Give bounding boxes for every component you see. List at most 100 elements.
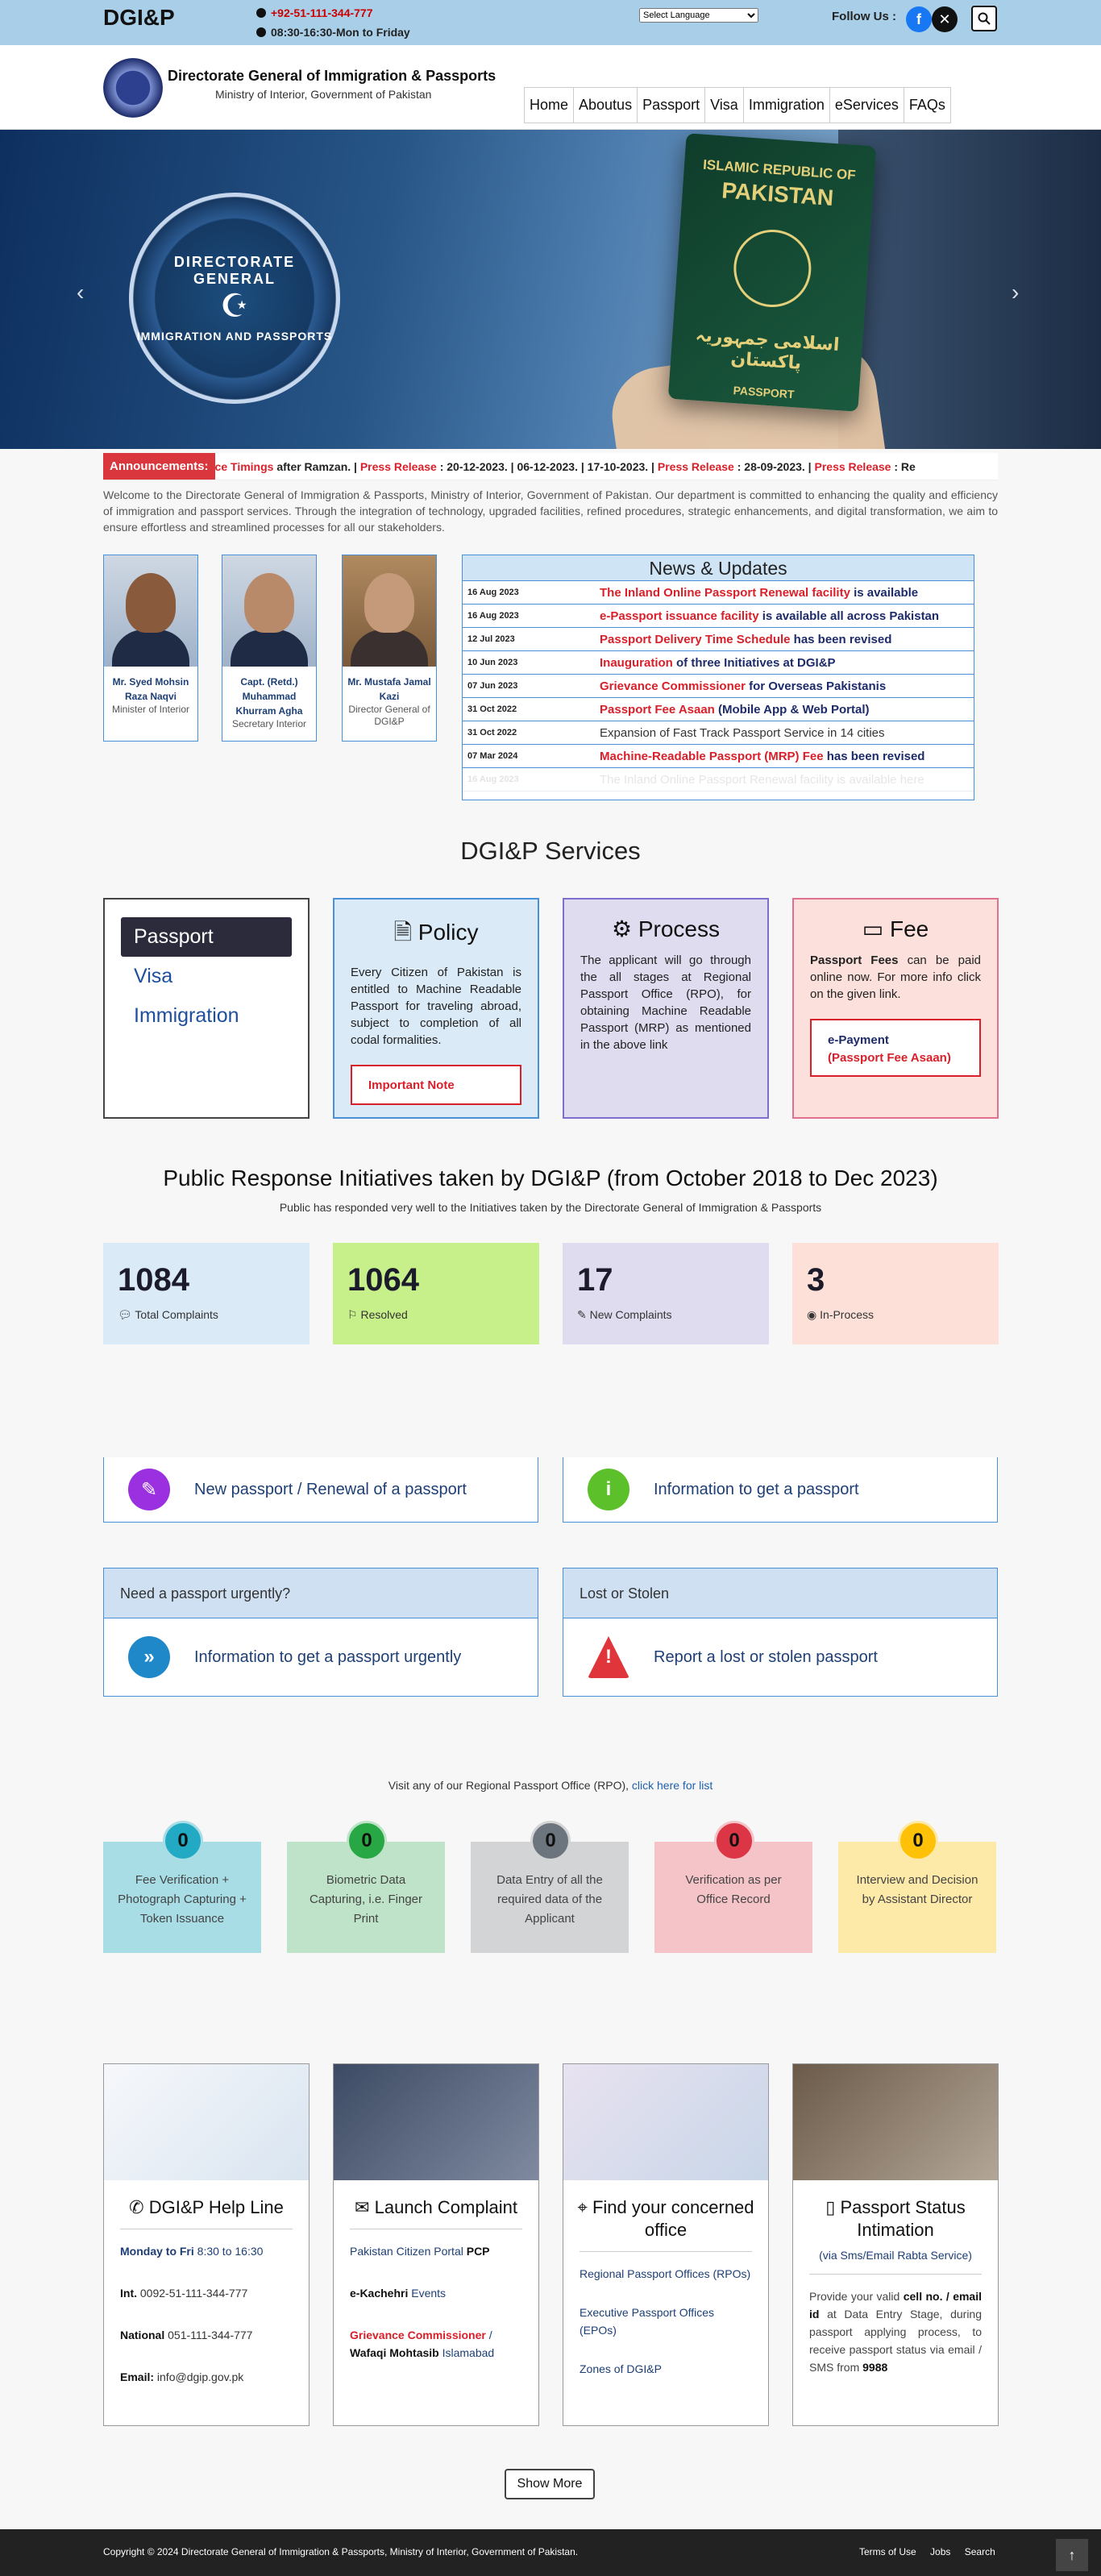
fee-card: ▭ Fee Passport Fees can be paid online n… xyxy=(792,898,999,1119)
grievance-link[interactable]: Grievance Commissioner / Wafaqi Mohtasib… xyxy=(350,2329,494,2359)
tab-passport[interactable]: Passport xyxy=(121,917,292,957)
zones-link[interactable]: Zones of DGI&P xyxy=(580,2362,662,2375)
search-link[interactable]: Search xyxy=(965,2546,995,2557)
news-row[interactable]: 31 Oct 2022 Passport Fee Asaan (Mobile Ap… xyxy=(463,698,974,721)
carousel-next-icon[interactable]: › xyxy=(1012,280,1019,305)
ticker-segment: Press Release xyxy=(359,460,437,473)
map-image xyxy=(563,2064,768,2180)
language-select[interactable]: Select Language xyxy=(639,8,758,23)
faq-card-get-passport: i Information to get a passport xyxy=(563,1457,998,1523)
search-icon xyxy=(978,12,991,25)
services-tabs: Passport Visa Immigration xyxy=(103,898,310,1119)
email-link[interactable]: info@dgip.gov.pk xyxy=(157,2370,243,2383)
lost-passport-link[interactable]: Report a lost or stolen passport xyxy=(654,1648,878,1667)
official-card: Mr. Mustafa Jamal Kazi Director General … xyxy=(342,555,437,742)
pcp-link[interactable]: Pakistan Citizen Portal PCP xyxy=(350,2245,490,2258)
status-card: ▯ Passport Status Intimation (via Sms/Em… xyxy=(792,2063,999,2426)
news-date: 16 Aug 2023 xyxy=(467,588,519,597)
news-date: 31 Oct 2022 xyxy=(467,728,517,737)
credit-card-icon: ▭ xyxy=(862,916,884,941)
news-title: Passport Delivery Time Schedule has been… xyxy=(600,632,892,646)
official-card: Mr. Syed Mohsin Raza Naqvi Minister of I… xyxy=(103,555,198,742)
facebook-icon[interactable]: f xyxy=(906,6,932,32)
news-date: 07 Jun 2023 xyxy=(467,681,518,691)
stat-in-process: 3 ◉ In-Process xyxy=(792,1243,999,1344)
official-card: Capt. (Retd.) Muhammad Khurram Agha Secr… xyxy=(222,555,317,742)
phone-laptop-image xyxy=(793,2064,998,2180)
dgip-logo[interactable] xyxy=(103,58,163,118)
e-payment-link[interactable]: e-Payment (Passport Fee Asaan) xyxy=(810,1019,981,1077)
faq-card-urgent: Need a passport urgently? » Information t… xyxy=(103,1568,538,1697)
clock-icon xyxy=(256,27,266,37)
ticker-segment: : 20-12-2023. xyxy=(436,460,508,473)
official-photo xyxy=(104,555,197,667)
epos-link[interactable]: Executive Passport Offices (EPOs) xyxy=(580,2306,714,2337)
nav-immigration[interactable]: Immigration xyxy=(744,88,830,123)
nav-passport[interactable]: Passport xyxy=(638,88,706,123)
eye-icon: ◉ xyxy=(807,1308,817,1321)
official-photo xyxy=(343,555,436,667)
search-button[interactable] xyxy=(971,6,997,31)
tab-visa[interactable]: Visa xyxy=(121,957,292,996)
news-row[interactable]: 31 Oct 2022 Expansion of Fast Track Passp… xyxy=(463,721,974,745)
rpos-link[interactable]: Regional Passport Offices (RPOs) xyxy=(580,2267,750,2280)
top-bar: DGI&P +92-51-111-344-777 08:30-16:30-Mon… xyxy=(0,0,1101,45)
news-heading: News & Updates xyxy=(463,555,974,581)
news-row[interactable]: 16 Aug 2023 The Inland Online Passport Re… xyxy=(463,581,974,605)
info-icon: i xyxy=(588,1469,629,1510)
news-title: e-Passport issuance facility is availabl… xyxy=(600,609,940,623)
news-row[interactable]: 12 Jul 2023 Passport Delivery Time Schedu… xyxy=(463,628,974,651)
news-row[interactable]: 10 Jun 2023 Inauguration of three Initiat… xyxy=(463,651,974,675)
rpo-text: Visit any of our Regional Passport Offic… xyxy=(388,1779,713,1792)
back-to-top-button[interactable]: ↑ xyxy=(1056,2539,1088,2571)
dgip-seal-image: DIRECTORATE GENERAL ☪ IMMIGRATION AND PA… xyxy=(129,193,340,404)
news-row[interactable]: 07 Jun 2023 Grievance Commissioner for Ov… xyxy=(463,675,974,698)
get-passport-link[interactable]: Information to get a passport xyxy=(654,1481,859,1499)
ticker-segment: | xyxy=(804,460,815,473)
news-date: 16 Aug 2023 xyxy=(467,611,519,621)
nav-faqs[interactable]: FAQs xyxy=(904,88,950,123)
e-kachehri-link[interactable]: e-Kachehri Events xyxy=(350,2287,446,2300)
x-twitter-icon[interactable]: ✕ xyxy=(932,6,958,32)
ticker-segment: after Ramzan. xyxy=(273,460,351,473)
initiatives-subtitle: Public has responded very well to the In… xyxy=(279,1201,822,1214)
important-note-button[interactable]: Important Note xyxy=(351,1065,521,1105)
map-pin-icon: ⌖ xyxy=(577,2197,588,2217)
jobs-link[interactable]: Jobs xyxy=(930,2546,950,2557)
stat-resolved: 1064 ⚐ Resolved xyxy=(333,1243,539,1344)
arrow-up-icon: ↑ xyxy=(1068,2546,1076,2563)
nav-aboutus[interactable]: Aboutus xyxy=(574,88,638,123)
news-row[interactable]: 16 Aug 2023 The Inland Online Passport Re… xyxy=(463,768,974,791)
ticker-segment: | xyxy=(351,460,360,473)
rpo-step-count: 0 xyxy=(530,1821,571,1861)
tab-immigration[interactable]: Immigration xyxy=(121,996,292,1036)
show-more-button[interactable]: Show More xyxy=(505,2469,595,2499)
rpo-step-card: 0 Biometric Data Capturing, i.e. Finger P… xyxy=(287,1821,445,1953)
announcement-ticker[interactable]: fice Timings after Ramzan. | Press Relea… xyxy=(208,460,916,473)
ticker-segment: Press Release xyxy=(657,460,734,473)
nav-home[interactable]: Home xyxy=(525,88,575,123)
flag-icon: ⚐ xyxy=(347,1308,358,1321)
fee-text: Passport Fees can be paid online now. Fo… xyxy=(810,954,982,1001)
initiatives-title: Public Response Initiatives taken by DGI… xyxy=(163,1165,938,1190)
faq-card-lost-stolen: Lost or Stolen ! Report a lost or stolen … xyxy=(563,1568,998,1697)
new-passport-link[interactable]: New passport / Renewal of a passport xyxy=(194,1481,467,1499)
carousel-prev-icon[interactable]: ‹ xyxy=(77,280,84,305)
nav-eservices[interactable]: eServices xyxy=(830,88,904,123)
news-title: The Inland Online Passport Renewal facil… xyxy=(600,772,924,787)
news-row[interactable]: 07 Mar 2024 Machine-Readable Passport (MR… xyxy=(463,745,974,768)
news-title: Expansion of Fast Track Passport Service… xyxy=(600,725,885,740)
phone-link[interactable]: +92-51-111-344-777 xyxy=(271,6,373,19)
announcement-bar: Announcements: fice Timings after Ramzan… xyxy=(103,453,998,480)
urgent-passport-link[interactable]: Information to get a passport urgently xyxy=(194,1648,461,1667)
stat-new-complaints: 17 ✎ New Complaints xyxy=(563,1243,769,1344)
contact-info: +92-51-111-344-777 08:30-16:30-Mon to Fr… xyxy=(256,3,410,42)
follow-label: Follow Us : xyxy=(832,10,896,23)
envelope-icon: ✉ xyxy=(355,2197,370,2217)
rpo-step-count: 0 xyxy=(163,1821,203,1861)
rpo-list-link[interactable]: click here for list xyxy=(632,1779,713,1792)
gear-icon: ⚙ xyxy=(611,916,633,941)
terms-link[interactable]: Terms of Use xyxy=(859,2546,916,2557)
nav-visa[interactable]: Visa xyxy=(705,88,744,123)
news-row[interactable]: 16 Aug 2023 e-Passport issuance facility … xyxy=(463,605,974,628)
